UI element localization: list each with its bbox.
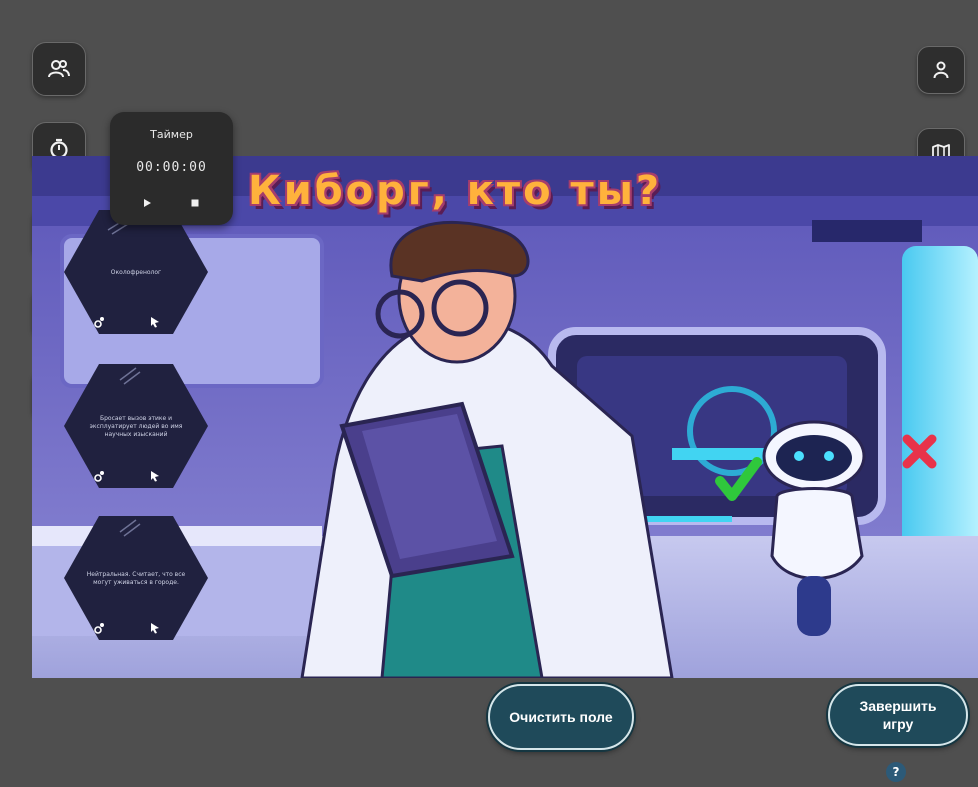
timer-stop-button[interactable] — [184, 192, 206, 214]
stop-icon — [191, 199, 199, 207]
cursor-icon — [151, 471, 159, 482]
cursor-icon — [151, 317, 159, 328]
users-icon — [48, 60, 70, 78]
timer-panel: Таймер 00:00:00 — [110, 112, 233, 225]
profile-button[interactable] — [917, 46, 965, 94]
role-card-1[interactable]: Околофренолог — [62, 208, 210, 336]
help-icon[interactable]: ? — [886, 762, 906, 782]
cursor-icon — [151, 623, 159, 634]
timer-title: Таймер — [150, 128, 193, 141]
timer-display: 00:00:00 — [136, 160, 207, 175]
steps-icon — [94, 317, 104, 328]
card-text: Нейтральная. Считает, что все могут ужив… — [86, 571, 186, 586]
steps-icon — [94, 471, 104, 482]
card-text: Околофренолог — [110, 269, 162, 276]
players-button[interactable] — [32, 42, 86, 96]
card-text: Бросает вызов этике и эксплуатирует люде… — [89, 415, 183, 438]
game-title: Киборг, кто ты? — [248, 168, 663, 214]
finish-game-button[interactable]: Завершить игру — [828, 684, 968, 746]
user-icon — [933, 61, 949, 79]
play-icon — [144, 199, 151, 207]
steps-icon — [94, 623, 104, 634]
role-card-3[interactable]: Нейтральная. Считает, что все могут ужив… — [62, 514, 210, 642]
role-card-2[interactable]: Бросает вызов этике и эксплуатирует люде… — [62, 362, 210, 490]
timer-play-button[interactable] — [136, 192, 158, 214]
clear-field-button[interactable]: Очистить поле — [488, 684, 634, 750]
